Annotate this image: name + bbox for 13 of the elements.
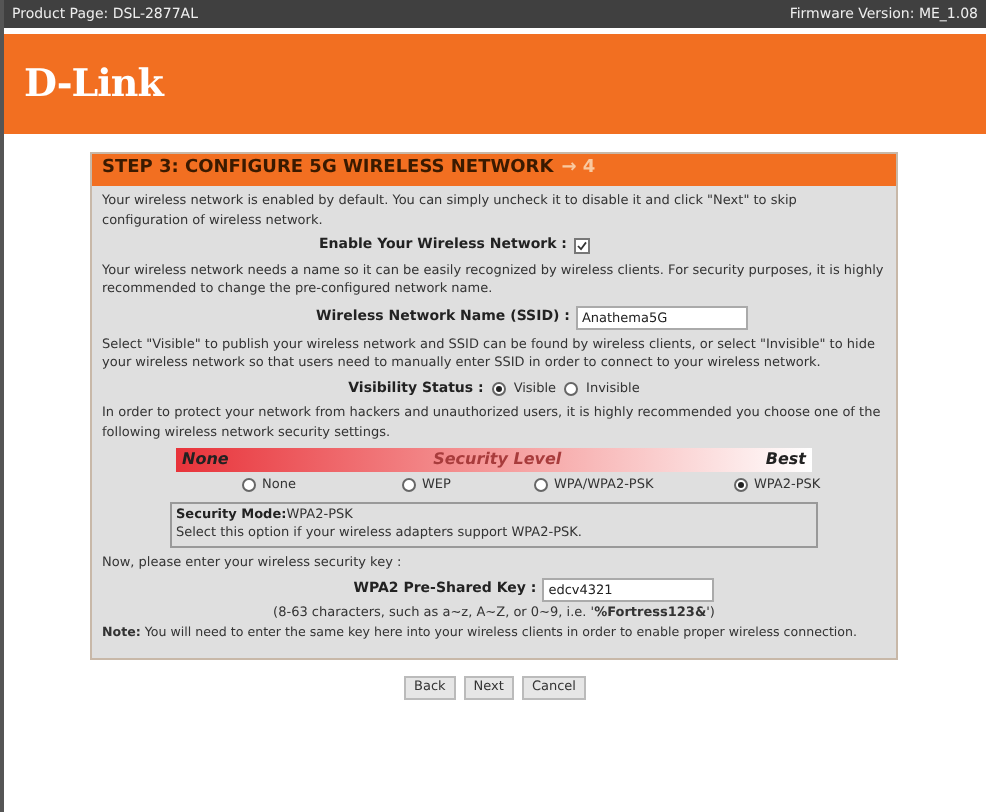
panel-title: STEP 3: CONFIGURE 5G WIRELESS NETWORK [102, 160, 554, 180]
radio-button[interactable] [564, 381, 579, 396]
level-label: None [182, 450, 229, 470]
radio-button[interactable] [534, 478, 548, 493]
radio-button[interactable] [491, 381, 506, 396]
radio-button[interactable] [242, 478, 256, 493]
radio-button[interactable] [402, 478, 416, 493]
step-indicator: → 4 [561, 160, 596, 180]
radio-button[interactable] [734, 478, 748, 493]
checkbox[interactable] [573, 237, 589, 254]
level-label: Best [765, 450, 806, 470]
logo: D-Link [24, 59, 163, 110]
level-title: Security Level [433, 450, 562, 470]
